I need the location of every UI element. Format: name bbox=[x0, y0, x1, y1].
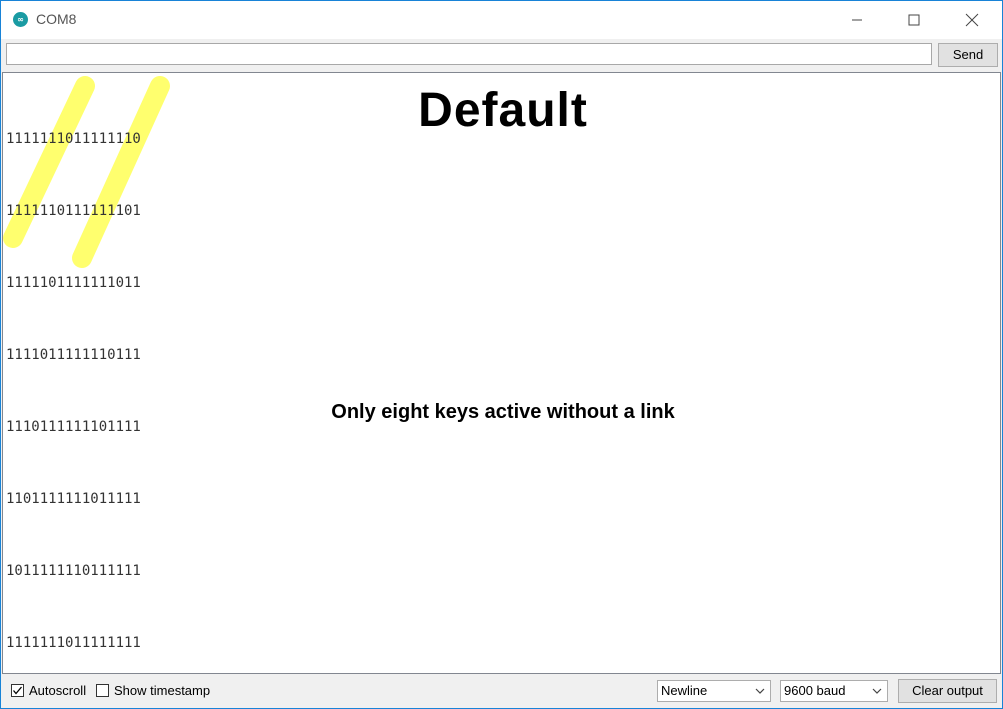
output-line: 1111011111110111 bbox=[6, 347, 141, 363]
show-timestamp-label: Show timestamp bbox=[114, 683, 211, 698]
overlay-caption: Only eight keys active without a link bbox=[331, 401, 675, 423]
send-input[interactable] bbox=[6, 43, 932, 65]
checkmark-icon bbox=[13, 686, 22, 695]
output-line: 1111110111111101 bbox=[6, 203, 141, 219]
baud-rate-select[interactable]: 9600 baud bbox=[780, 680, 888, 702]
checkbox-box bbox=[96, 684, 109, 697]
overlay-title: Default bbox=[418, 84, 588, 137]
checkbox-box bbox=[11, 684, 24, 697]
maximize-icon bbox=[908, 14, 920, 26]
line-ending-select[interactable]: Newline bbox=[657, 680, 771, 702]
chevron-down-icon bbox=[755, 688, 765, 694]
output-line: 1011111110111111 bbox=[6, 563, 141, 579]
arduino-icon: ∞ bbox=[13, 12, 28, 27]
window-title: COM8 bbox=[36, 11, 77, 27]
maximize-button[interactable] bbox=[885, 1, 943, 39]
autoscroll-label: Autoscroll bbox=[29, 683, 87, 698]
output-lines: 1111111011111110 1111110111111101 111110… bbox=[6, 79, 141, 673]
title-bar: ∞ COM8 bbox=[1, 1, 1002, 39]
minimize-icon bbox=[852, 19, 862, 21]
minimize-button[interactable] bbox=[828, 1, 886, 39]
clear-output-button[interactable]: Clear output bbox=[898, 679, 997, 703]
send-bar: Send bbox=[1, 39, 1002, 72]
line-ending-value: Newline bbox=[661, 683, 708, 698]
close-button[interactable] bbox=[943, 1, 1001, 39]
output-line: 1111101111111011 bbox=[6, 275, 141, 291]
baud-rate-value: 9600 baud bbox=[784, 683, 846, 698]
show-timestamp-checkbox[interactable]: Show timestamp bbox=[96, 683, 210, 698]
status-bar: Autoscroll Show timestamp Newline 9600 b… bbox=[1, 674, 1002, 708]
autoscroll-checkbox[interactable]: Autoscroll bbox=[11, 683, 86, 698]
serial-output[interactable]: 1111111011111110 1111110111111101 111110… bbox=[2, 72, 1001, 674]
output-line: 1111111011111111 bbox=[6, 635, 141, 651]
chevron-down-icon bbox=[872, 688, 882, 694]
send-button[interactable]: Send bbox=[938, 43, 998, 67]
output-line: 1110111111101111 bbox=[6, 419, 141, 435]
serial-monitor-window: ∞ COM8 Send 1111111011111110 11111101111… bbox=[0, 0, 1003, 709]
close-icon bbox=[965, 13, 979, 27]
output-line: 1101111111011111 bbox=[6, 491, 141, 507]
highlighter-marks bbox=[3, 76, 170, 268]
output-line: 1111111011111110 bbox=[6, 131, 141, 147]
